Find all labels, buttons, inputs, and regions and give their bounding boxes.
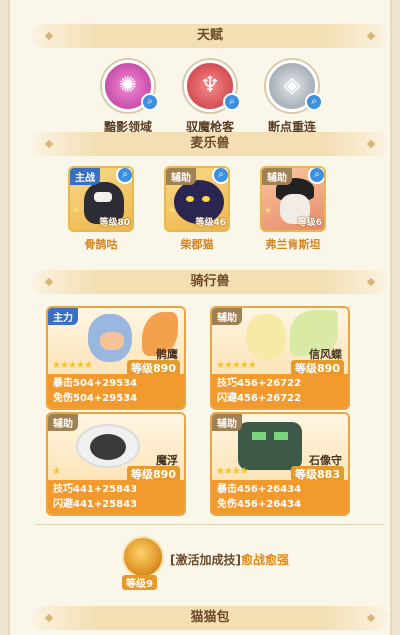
mount-stats: 技巧441+25843 闪避441+25843 xyxy=(48,480,184,514)
search-icon[interactable]: ⌕ xyxy=(212,168,228,184)
mount-role-tag: 辅助 xyxy=(212,308,242,325)
pet-eye xyxy=(202,196,210,202)
talent-item-shadow-domain[interactable]: ✺ ⌕ 黯影领域 xyxy=(88,60,168,135)
search-icon[interactable]: ⌕ xyxy=(305,93,323,111)
talent-item-reconnect[interactable]: ◈ ⌕ 断点重连 xyxy=(252,60,332,135)
mount-stat: 技巧456+26722 xyxy=(217,378,302,389)
bag-section-header: 猫猫包 xyxy=(32,606,388,630)
mount-role-tag: 主力 xyxy=(48,308,78,325)
pet-card[interactable]: 辅助 ⌕ ★ 等级46 柴郡猫 xyxy=(164,166,230,252)
star-rating: ★ xyxy=(52,466,61,477)
pets-section-header: 麦乐兽 xyxy=(32,132,388,156)
pet-role-tag: 辅助 xyxy=(166,168,196,185)
talent-item-demon-lancer[interactable]: ♆ ⌕ 驭魔枪客 xyxy=(170,60,250,135)
pet-level: 等级6 xyxy=(297,218,322,228)
talent-section-header: 天赋 xyxy=(32,24,388,48)
mount-body xyxy=(238,422,302,470)
star-icon: ★ xyxy=(72,206,81,216)
pet-level: 等级80 xyxy=(99,218,130,228)
mount-body xyxy=(246,314,286,360)
skill-icon[interactable] xyxy=(122,536,164,578)
skill-name: 愈战愈强 xyxy=(240,553,289,567)
reconnect-icon: ◈ ⌕ xyxy=(266,60,323,112)
mount-eye xyxy=(252,432,266,440)
shadow-domain-icon: ✺ ⌕ xyxy=(102,60,159,112)
mount-stat: 暴击504+29534 xyxy=(53,378,138,389)
mount-stat: 闪避456+26722 xyxy=(217,393,302,404)
mount-stats: 暴击504+29534 免伤504+29534 xyxy=(48,374,184,408)
mount-face xyxy=(100,332,124,350)
star-icon: ★ xyxy=(264,206,273,216)
pet-name: 柴郡猫 xyxy=(180,238,214,251)
character-info-panel: 天赋 ✺ ⌕ 黯影领域 ♆ ⌕ 驭魔枪客 ◈ ⌕ 断点重连 麦乐兽 主战 ⌕ ★… xyxy=(8,0,392,635)
mount-stat: 免伤456+26434 xyxy=(217,499,302,510)
search-icon[interactable]: ⌕ xyxy=(141,93,159,111)
mount-stats: 暴击456+26434 免伤456+26434 xyxy=(212,480,348,514)
mount-face xyxy=(90,434,126,460)
pet-eye xyxy=(186,196,194,202)
mount-card[interactable]: 主力 ★★★★★ 鹘鹰 等级890 暴击504+29534 免伤504+2953… xyxy=(46,306,186,410)
pet-role-tag: 主战 xyxy=(70,168,100,185)
mount-role-tag: 辅助 xyxy=(48,414,78,431)
pet-name: 骨鹄咕 xyxy=(84,238,118,251)
mount-stat: 技巧441+25843 xyxy=(53,484,138,495)
search-icon[interactable]: ⌕ xyxy=(223,93,241,111)
star-icon: ★ xyxy=(168,206,177,216)
star-rating: ★★★★★ xyxy=(52,360,93,371)
search-icon[interactable]: ⌕ xyxy=(116,168,132,184)
mount-stats: 技巧456+26722 闪避456+26722 xyxy=(212,374,348,408)
mount-card[interactable]: 辅助 ★ 魔浮 等级890 技巧441+25843 闪避441+25843 xyxy=(46,412,186,516)
pet-level: 等级46 xyxy=(195,218,226,228)
mounts-section-header: 骑行兽 xyxy=(32,270,388,294)
pet-card[interactable]: 辅助 ⌕ ★ 等级6 弗兰肯斯坦 xyxy=(260,166,326,252)
star-rating: ★★★★★ xyxy=(216,360,257,371)
star-rating: ★★★★ xyxy=(216,466,249,477)
divider xyxy=(36,524,384,525)
mount-stat: 暴击456+26434 xyxy=(217,484,302,495)
skill-description: [激活加成技]愈战愈强 xyxy=(170,551,289,568)
mount-stat: 免伤504+29534 xyxy=(53,393,138,404)
mount-card[interactable]: 辅助 ★★★★ 石像守 等级883 暴击456+26434 免伤456+2643… xyxy=(210,412,350,516)
skill-prefix: [激活加成技] xyxy=(170,553,241,567)
mount-eye xyxy=(274,432,288,440)
mount-role-tag: 辅助 xyxy=(212,414,242,431)
mount-card[interactable]: 辅助 ★★★★★ 信风蝶 等级890 技巧456+26722 闪避456+267… xyxy=(210,306,350,410)
skill-level: 等级9 xyxy=(122,575,157,590)
pet-role-tag: 辅助 xyxy=(262,168,292,185)
search-icon[interactable]: ⌕ xyxy=(308,168,324,184)
pet-name: 弗兰肯斯坦 xyxy=(265,238,321,251)
pet-mask xyxy=(94,192,112,202)
mount-stat: 闪避441+25843 xyxy=(53,499,138,510)
demon-lancer-icon: ♆ ⌕ xyxy=(184,60,241,112)
pet-card[interactable]: 主战 ⌕ ★ 等级80 骨鹄咕 xyxy=(68,166,134,252)
